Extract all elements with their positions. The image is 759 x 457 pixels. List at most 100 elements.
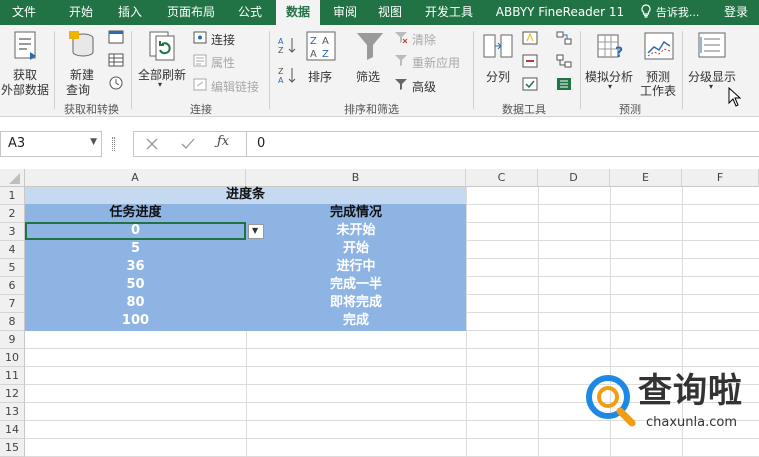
cell-progress[interactable]: 80 <box>25 294 246 312</box>
formula-bar-grip[interactable] <box>112 137 115 151</box>
properties-button[interactable]: 属性 <box>211 54 235 71</box>
grid-row <box>25 439 759 457</box>
what-if-icon: ? <box>597 34 623 61</box>
advanced-filter-icon <box>395 79 407 90</box>
grid-column-line <box>466 187 467 456</box>
advanced-button[interactable]: 高级 <box>412 78 436 95</box>
column-header-f[interactable]: F <box>682 169 759 187</box>
select-all-corner[interactable] <box>0 169 25 187</box>
tab-review[interactable]: 审阅 <box>326 0 364 25</box>
group-label-sort-filter: 排序和筛选 <box>344 103 399 116</box>
cell-progress[interactable]: 50 <box>25 276 246 294</box>
outline-button[interactable]: 分级显示 ▾ <box>686 28 738 94</box>
cell-status[interactable]: 开始 <box>246 240 466 258</box>
flash-fill-icon[interactable] <box>522 31 538 45</box>
sort-button[interactable]: ZAAZ 排序 <box>302 28 340 94</box>
row-header[interactable]: 3 <box>0 223 25 241</box>
text-to-columns-button[interactable]: 分列 <box>478 28 518 94</box>
tab-insert[interactable]: 插入 <box>108 0 152 25</box>
svg-text:A: A <box>278 76 284 85</box>
data-validation-icon[interactable] <box>522 77 538 91</box>
refresh-all-button[interactable]: 全部刷新 ▾ <box>136 28 188 94</box>
cell-status[interactable]: 即将完成 <box>246 294 466 312</box>
row-header[interactable]: 10 <box>0 349 25 367</box>
sort-descending-icon[interactable]: ZA <box>278 65 298 85</box>
cell-progress[interactable]: 100 <box>25 312 246 330</box>
row-header[interactable]: 5 <box>0 259 25 277</box>
new-query-button[interactable]: 新建 查询 <box>60 28 104 97</box>
cell-status[interactable]: 完成一半 <box>246 276 466 294</box>
tab-file[interactable]: 文件 <box>0 0 48 25</box>
forecast-sheet-button[interactable]: 预测 工作表 <box>640 28 680 98</box>
formula-bar: A3 ▼ ƒx 0 <box>0 117 759 169</box>
formula-input[interactable]: 0 <box>246 131 759 157</box>
sort-ascending-icon[interactable]: AZ <box>278 35 298 55</box>
row-header[interactable]: 12 <box>0 385 25 403</box>
row-header[interactable]: 15 <box>0 439 25 457</box>
cell-progress[interactable]: 5 <box>25 240 246 258</box>
filter-button[interactable]: 筛选 <box>350 28 390 94</box>
cell-progress[interactable]: 36 <box>25 258 246 276</box>
cell-status[interactable]: 完成 <box>246 312 466 330</box>
name-box[interactable]: A3 ▼ <box>0 131 102 157</box>
row-header[interactable]: 13 <box>0 403 25 421</box>
clear-button[interactable]: 清除 <box>412 31 436 48</box>
column-header-a[interactable]: A <box>25 169 246 187</box>
cell-a3-selected[interactable]: 0 <box>25 222 246 240</box>
row-header[interactable]: 8 <box>0 313 25 331</box>
relationships-icon[interactable] <box>556 54 572 68</box>
svg-text:Z: Z <box>322 49 329 60</box>
tell-me-box[interactable]: 告诉我... <box>640 0 716 25</box>
divider <box>580 31 581 109</box>
reapply-icon <box>395 55 407 66</box>
login-link[interactable]: 登录 <box>718 0 754 25</box>
text-to-columns-icon <box>483 34 513 58</box>
reapply-button[interactable]: 重新应用 <box>412 54 460 71</box>
table-title[interactable]: 进度条 <box>25 186 466 204</box>
row-header[interactable]: 2 <box>0 205 25 223</box>
tab-page-layout[interactable]: 页面布局 <box>160 0 222 25</box>
tab-data[interactable]: 数据 <box>276 0 320 25</box>
connections-icon <box>193 31 207 44</box>
get-external-data-button[interactable]: 获取 外部数据 <box>1 28 50 97</box>
edit-links-button[interactable]: 编辑链接 <box>211 78 259 95</box>
row-header[interactable]: 9 <box>0 331 25 349</box>
cell-status[interactable]: 未开始 <box>246 222 466 240</box>
connections-button[interactable]: 连接 <box>211 31 235 48</box>
watermark-brand: 查询啦 <box>638 371 743 411</box>
row-header[interactable]: 11 <box>0 367 25 385</box>
row-header[interactable]: 14 <box>0 421 25 439</box>
group-label-forecast: 预测 <box>619 103 641 116</box>
tell-me-text: 告诉我... <box>655 6 700 19</box>
from-table-icon[interactable] <box>108 53 124 67</box>
tab-abbyy[interactable]: ABBYY FineReader 11 <box>490 0 630 25</box>
row-header[interactable]: 6 <box>0 277 25 295</box>
row-header[interactable]: 7 <box>0 295 25 313</box>
divider <box>131 31 132 109</box>
column-header-d[interactable]: D <box>538 169 610 187</box>
header-status[interactable]: 完成情况 <box>246 204 466 222</box>
consolidate-icon[interactable] <box>556 31 572 45</box>
header-progress[interactable]: 任务进度 <box>25 204 246 222</box>
what-if-analysis-button[interactable]: ? 模拟分析 ▾ <box>584 28 640 94</box>
group-label-connections: 连接 <box>190 103 212 116</box>
new-query-icon <box>69 31 94 57</box>
show-queries-icon[interactable] <box>108 30 124 44</box>
column-header-b[interactable]: B <box>246 169 466 187</box>
column-header-c[interactable]: C <box>466 169 538 187</box>
remove-duplicates-icon[interactable] <box>522 54 538 68</box>
column-header-e[interactable]: E <box>610 169 682 187</box>
tab-view[interactable]: 视图 <box>370 0 410 25</box>
tab-formulas[interactable]: 公式 <box>228 0 272 25</box>
cell-status[interactable]: 进行中 <box>246 258 466 276</box>
row-header[interactable]: 4 <box>0 241 25 259</box>
row-header[interactable]: 1 <box>0 187 25 205</box>
svg-text:A: A <box>278 37 284 46</box>
confirm-icon[interactable] <box>180 137 196 151</box>
recent-sources-icon[interactable] <box>108 76 124 90</box>
cancel-icon[interactable] <box>145 137 159 151</box>
tab-home[interactable]: 开始 <box>55 0 107 25</box>
insert-function-icon[interactable]: ƒx <box>217 134 229 149</box>
data-model-icon[interactable] <box>556 77 572 91</box>
tab-developer[interactable]: 开发工具 <box>416 0 482 25</box>
